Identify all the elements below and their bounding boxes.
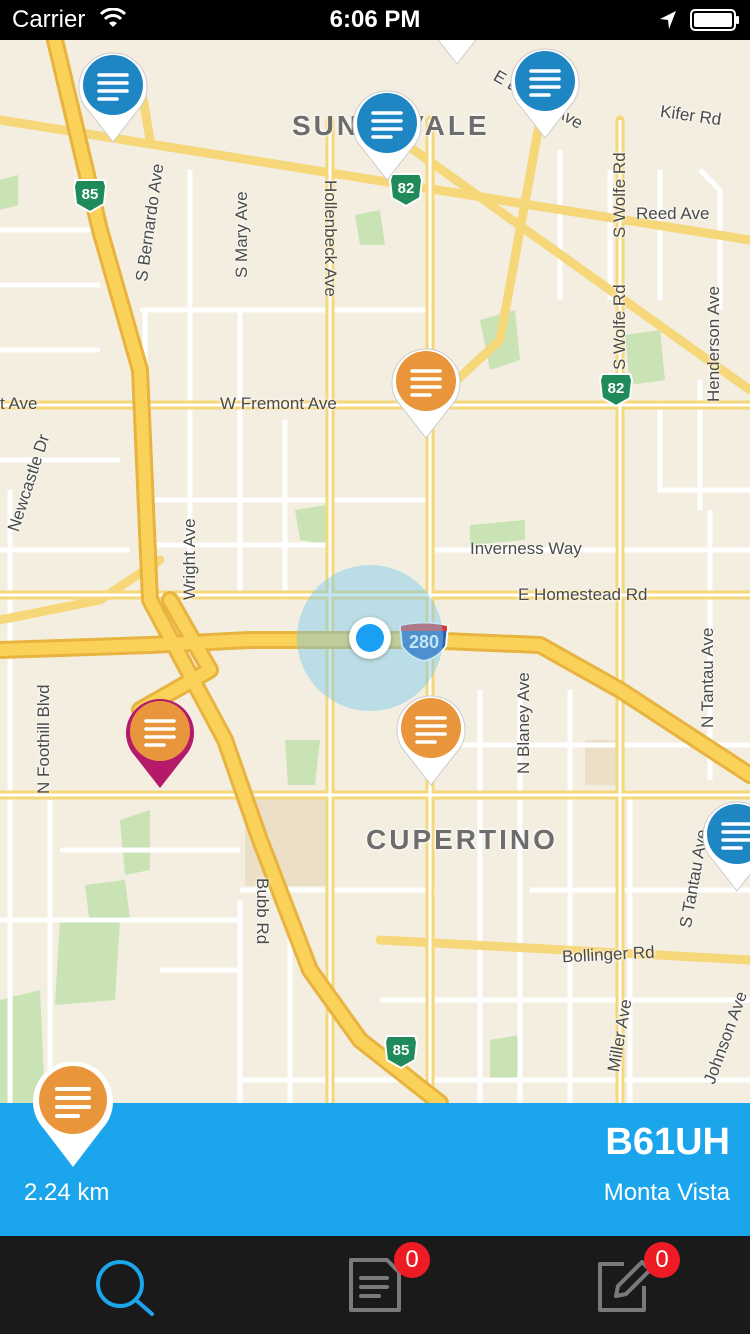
street-label: N Foothill Blvd [34,684,53,794]
map-pin-blue[interactable] [350,86,424,182]
notes-badge: 0 [394,1242,430,1278]
selected-pin-icon [30,1057,116,1169]
street-label: Bubb Rd [253,878,272,945]
street-label: N Blaney Ave [514,672,533,774]
tab-search[interactable] [0,1236,250,1334]
street-label: Inverness Way [470,539,582,558]
street-label: W Fremont Ave [220,394,337,413]
city-label-cupertino: CUPERTINO [366,824,558,855]
tab-compose[interactable]: 0 [500,1236,750,1334]
map-pin-orange[interactable] [389,344,463,440]
map-pin-blue[interactable] [420,40,494,66]
highway-shield-82: 82 [598,372,634,408]
street-label: Henderson Ave [704,286,723,402]
map-pin-blue[interactable] [76,48,150,144]
street-label: Hollenbeck Ave [321,180,340,297]
map-pin-blue[interactable] [700,797,750,893]
user-location-dot [349,617,391,659]
tab-notes[interactable]: 0 [250,1236,500,1334]
map-view[interactable]: SUNNYVALE CUPERTINO Kifer Rd Reed Ave E … [0,40,750,1103]
street-label: t Ave [0,394,38,413]
tab-bar: 0 0 [0,1236,750,1334]
map-pin-blue[interactable] [508,44,582,140]
highway-shield-85: 85 [383,1034,419,1070]
street-label: Wright Ave [180,518,199,600]
search-icon [96,1260,154,1316]
street-label: N Tantau Ave [698,627,717,728]
status-time: 6:06 PM [329,6,421,33]
street-label: S Wolfe Rd [610,284,629,370]
street-label: S Wolfe Rd [610,152,629,238]
compose-badge: 0 [644,1242,680,1278]
street-label: Reed Ave [636,204,710,223]
highway-shield-85: 85 [72,178,108,214]
map-pin-selected[interactable] [123,694,197,790]
selected-location-panel[interactable]: 2.24 km B61UH Monta Vista [0,1061,750,1236]
place-name: Monta Vista [603,1179,730,1206]
street-label: S Mary Ave [232,191,251,278]
map-pin-orange[interactable] [394,691,468,787]
status-bar: Carrier 6:06 PM [0,0,750,40]
location-code: B61UH [605,1121,730,1163]
location-arrow-icon [660,11,676,29]
distance-label: 2.24 km [24,1179,110,1206]
battery-icon [690,9,739,31]
street-label: E Homestead Rd [518,585,648,604]
